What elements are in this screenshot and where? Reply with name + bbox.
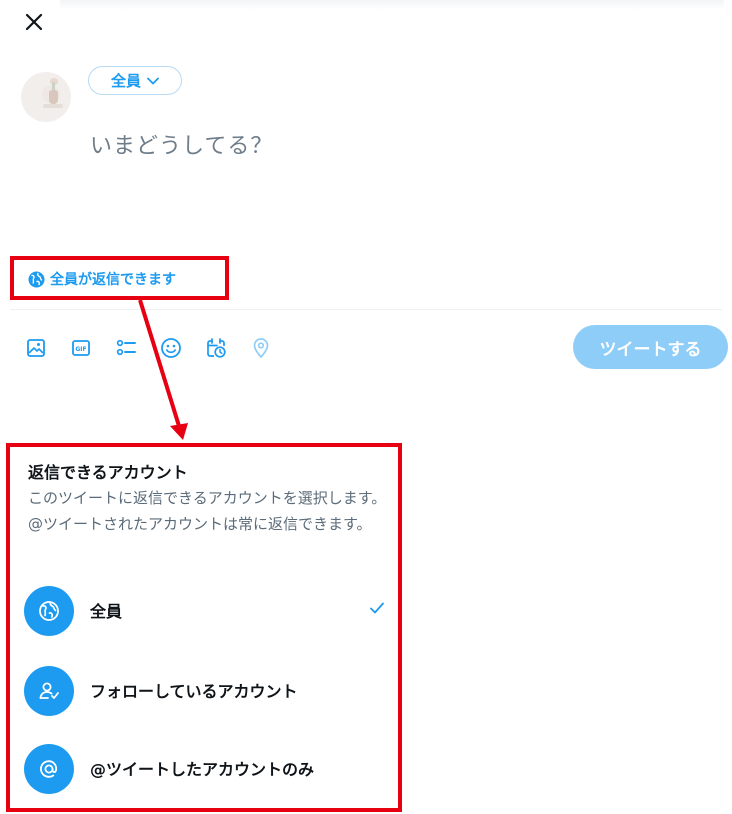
option-label: @ツイートしたアカウントのみ [90,759,315,779]
person-check-icon [24,666,74,716]
schedule-icon [207,338,226,358]
poll-icon [116,339,136,356]
schedule-button[interactable] [202,334,230,362]
option-label: フォローしているアカウント [90,681,298,701]
reply-setting-label: 全員が返信できます [50,272,176,288]
add-image-button[interactable] [22,334,50,362]
tweet-button[interactable]: ツイートする [573,325,728,369]
reply-option-everyone[interactable]: 全員 [24,585,386,637]
audience-selector[interactable]: 全員 [88,66,182,95]
reply-option-mentioned[interactable]: @ツイートしたアカウントのみ [24,743,386,795]
close-button[interactable] [18,6,50,38]
tweet-compose-input[interactable]: いまどうしてる？ [90,128,273,160]
reply-settings-panel: 返信できるアカウント このツイートに返信できるアカウントを選択します。@ツイート… [6,443,402,812]
avatar[interactable] [21,72,71,122]
location-button[interactable] [247,334,275,362]
divider [10,309,722,310]
gif-icon: GIF [72,340,90,356]
globe-icon [28,271,45,287]
audience-label: 全員 [110,72,141,90]
at-icon [24,744,74,794]
svg-text:GIF: GIF [75,346,86,353]
check-icon [370,602,384,614]
emoji-icon [161,338,181,358]
option-label: 全員 [90,601,123,621]
image-icon [27,339,45,357]
panel-title: 返信できるアカウント [28,463,188,482]
reply-setting-button[interactable]: 全員が返信できます [14,259,188,299]
panel-description: このツイートに返信できるアカウントを選択します。@ツイートされたアカウントは常に… [28,489,387,533]
chevron-down-icon [147,77,159,84]
globe-icon [24,586,74,636]
add-gif-button[interactable]: GIF [67,334,95,362]
add-poll-button[interactable] [112,334,140,362]
compose-toolbar: GIF [22,334,275,362]
location-icon [253,338,269,358]
reply-option-following[interactable]: フォローしているアカウント [24,665,386,717]
close-icon [25,13,43,31]
add-emoji-button[interactable] [157,334,185,362]
header-shadow [60,0,724,10]
